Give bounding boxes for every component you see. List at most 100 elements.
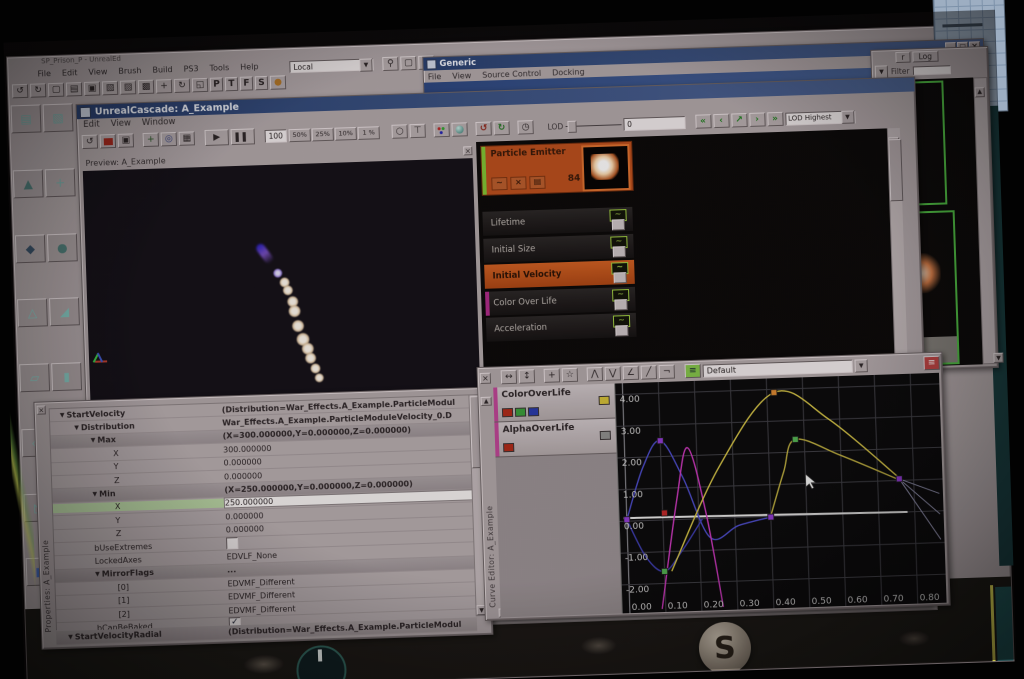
- tab-create-button[interactable]: ≡: [685, 364, 701, 379]
- fit-horizontal-button[interactable]: ↔: [501, 370, 517, 385]
- speed-10-button[interactable]: 10%: [334, 126, 356, 140]
- emitter-header[interactable]: Particle Emitter ~×▤ 84: [480, 141, 634, 196]
- track-curve-swatch[interactable]: [599, 396, 610, 405]
- curve-color-yellow-small[interactable]: [768, 436, 900, 516]
- expand-arrow-icon[interactable]: ▼: [68, 634, 73, 641]
- burst-icon[interactable]: ~: [491, 177, 507, 191]
- preview-viewport[interactable]: [83, 158, 480, 403]
- loop-button[interactable]: ○: [391, 124, 407, 139]
- save-button[interactable]: ▣: [84, 81, 100, 96]
- menu-view[interactable]: View: [88, 67, 107, 77]
- orbit-mode-button[interactable]: +: [143, 133, 159, 148]
- rotate-button[interactable]: ↻: [174, 78, 190, 93]
- save-thumbnail-button[interactable]: [100, 134, 116, 149]
- redo-button[interactable]: ↻: [30, 83, 46, 98]
- module-acceleration[interactable]: Acceleration~: [486, 313, 637, 342]
- zoom-mode-button[interactable]: ☆: [562, 368, 578, 383]
- tangent-auto-button[interactable]: ⋀: [587, 367, 603, 382]
- f-mode-button[interactable]: F: [240, 76, 253, 90]
- terrain-tool[interactable]: ▲: [13, 169, 44, 198]
- expand-arrow-icon[interactable]: ▼: [95, 571, 100, 578]
- scroll-thumb[interactable]: [888, 139, 903, 201]
- emitter-thumbnail[interactable]: [581, 144, 630, 192]
- menu-file[interactable]: File: [37, 69, 51, 78]
- fit-vertical-button[interactable]: ↕: [519, 369, 535, 384]
- s-mode-button[interactable]: S: [255, 76, 268, 90]
- realtime-button[interactable]: ⊤: [409, 124, 425, 139]
- module-checkbox[interactable]: [614, 299, 627, 310]
- menu-build[interactable]: Build: [152, 65, 172, 75]
- menu-file[interactable]: File: [428, 72, 442, 81]
- restart-sim-button[interactable]: ↺: [82, 135, 98, 150]
- menu-docking[interactable]: Docking: [552, 67, 585, 77]
- preset-tab-combo[interactable]: Default: [703, 359, 853, 377]
- speed-1-button[interactable]: 1 %: [357, 126, 379, 140]
- curve-fan-2[interactable]: [899, 478, 940, 516]
- undo-button[interactable]: ↺: [475, 121, 491, 136]
- new-button[interactable]: ▢: [48, 83, 64, 98]
- close-icon[interactable]: ×: [480, 372, 491, 383]
- background-color-button[interactable]: [433, 123, 449, 138]
- chevron-down-icon[interactable]: ▼: [854, 359, 867, 372]
- module-checkbox[interactable]: [613, 246, 626, 257]
- curve-key-point[interactable]: [896, 476, 902, 482]
- lod-lower-button[interactable]: ‹: [713, 114, 729, 129]
- module-checkbox[interactable]: [612, 219, 625, 230]
- menu-help[interactable]: Help: [240, 62, 259, 72]
- chevron-down-icon[interactable]: ▼: [841, 110, 854, 123]
- chevron-down-icon[interactable]: ▼: [359, 58, 372, 71]
- front-view-button[interactable]: ▨: [120, 80, 136, 95]
- light-actor-icon[interactable]: [296, 645, 348, 679]
- tab-r[interactable]: r: [895, 52, 910, 63]
- p-mode-button[interactable]: P: [210, 77, 223, 91]
- expand-arrow-icon[interactable]: ▼: [91, 437, 96, 444]
- cube-tool[interactable]: ▧: [43, 103, 74, 132]
- dock-arrow-icon[interactable]: ▲: [481, 397, 492, 406]
- property-checkbox[interactable]: [226, 537, 238, 549]
- mesh-tool[interactable]: ●: [47, 233, 78, 262]
- menu-view[interactable]: View: [111, 118, 131, 129]
- curve-key-point[interactable]: [657, 438, 663, 444]
- menu-view[interactable]: View: [452, 71, 471, 81]
- menu-tools[interactable]: Tools: [209, 63, 229, 73]
- channel-swatch[interactable]: [515, 408, 526, 417]
- grid-toggle-button[interactable]: ▦: [179, 131, 195, 146]
- curve-track-coloroverlife[interactable]: ColorOverLife: [493, 384, 615, 423]
- tangent-break-button[interactable]: ∠: [623, 366, 639, 381]
- close-icon[interactable]: ×: [37, 405, 46, 414]
- module-checkbox[interactable]: [615, 325, 628, 336]
- curve-key-point[interactable]: [792, 436, 798, 442]
- scroll-up-icon[interactable]: ▲: [975, 87, 985, 97]
- lod-value-field[interactable]: 0: [623, 116, 685, 131]
- lod-slider[interactable]: [565, 119, 621, 131]
- undo-button[interactable]: ↺: [12, 84, 28, 99]
- top-view-button[interactable]: ▧: [102, 81, 118, 96]
- tangent-linear-button[interactable]: ╱: [641, 365, 657, 380]
- volume-tool[interactable]: ◆: [15, 234, 46, 263]
- channel-swatch[interactable]: [503, 443, 514, 452]
- sound-actor-icon[interactable]: S: [698, 621, 752, 675]
- speed-100-field[interactable]: 100: [265, 129, 287, 143]
- filter-input[interactable]: [912, 65, 950, 75]
- curve-key-point[interactable]: [661, 510, 667, 516]
- curve-key-point[interactable]: [768, 514, 774, 520]
- camera-tool[interactable]: ▤: [11, 104, 42, 133]
- redo-button[interactable]: ↻: [493, 121, 509, 136]
- save-cam-button[interactable]: ▣: [118, 133, 134, 148]
- speed-50-button[interactable]: 50%: [289, 128, 311, 142]
- cross-icon[interactable]: ×: [510, 176, 526, 190]
- lod-lowest-button[interactable]: «: [695, 114, 711, 129]
- track-curve-swatch[interactable]: [600, 431, 611, 440]
- t-mode-button[interactable]: T: [225, 77, 238, 91]
- tangent-user-button[interactable]: ⋁: [605, 366, 621, 381]
- find-actor-button[interactable]: ⚲: [382, 57, 398, 72]
- channel-swatch[interactable]: [528, 407, 539, 416]
- module-initial-size[interactable]: Initial Size~: [483, 233, 634, 262]
- curve-track-alphaoverlife[interactable]: AlphaOverLife: [494, 419, 616, 458]
- emitter-vscrollbar[interactable]: ▲ ▼: [887, 128, 908, 364]
- world-axes-button[interactable]: ◎: [161, 132, 177, 147]
- expand-arrow-icon[interactable]: ▼: [74, 424, 79, 431]
- menu-edit[interactable]: Edit: [62, 68, 78, 78]
- module-checkbox[interactable]: [613, 272, 626, 283]
- close-icon[interactable]: ×: [463, 146, 472, 155]
